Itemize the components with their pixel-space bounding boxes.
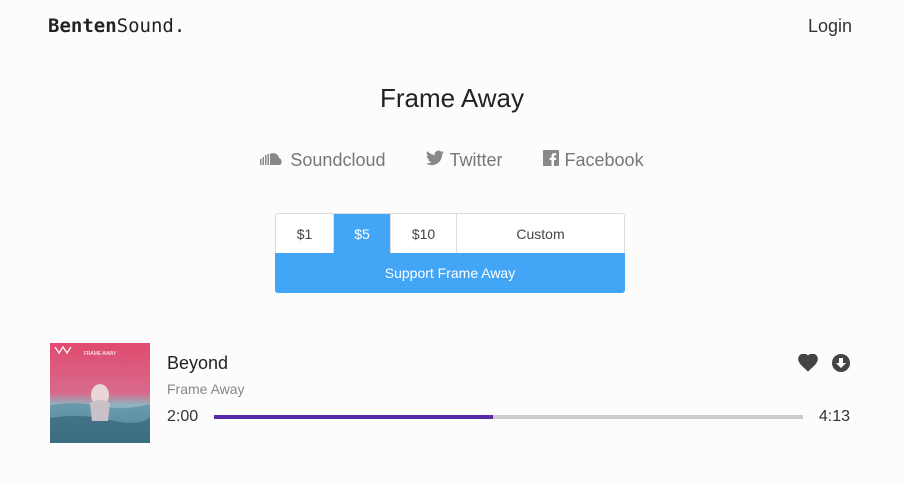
- brand-logo-bold: Benten: [48, 15, 117, 37]
- facebook-link[interactable]: Facebook: [542, 150, 644, 171]
- track-title[interactable]: Beyond: [167, 353, 228, 374]
- artist-name: Frame Away: [379, 83, 524, 113]
- amount-custom-button[interactable]: Custom: [457, 214, 624, 253]
- login-link[interactable]: Login: [808, 16, 852, 37]
- track-artist[interactable]: Frame Away: [167, 381, 245, 397]
- track-actions: [798, 354, 850, 372]
- duration: 4:13: [818, 408, 850, 425]
- donate-widget: $1 $5 $10 Custom Support Frame Away: [275, 213, 625, 293]
- cover-text: FRAME AWAY: [84, 351, 117, 357]
- twitter-label: Twitter: [449, 150, 503, 170]
- social-links: Soundcloud Twitter Facebook: [0, 150, 904, 171]
- current-time: 2:00: [167, 408, 199, 425]
- download-icon[interactable]: [832, 354, 850, 372]
- brand-logo[interactable]: BentenSound.: [48, 15, 185, 37]
- amount-1-button[interactable]: $1: [276, 214, 334, 253]
- track-row: FRAME AWAY Beyond Frame Away 2:00 4:13: [50, 343, 850, 443]
- soundcloud-link[interactable]: Soundcloud: [260, 150, 386, 171]
- facebook-label: Facebook: [564, 150, 644, 170]
- soundcloud-label: Soundcloud: [290, 150, 386, 170]
- album-cover[interactable]: FRAME AWAY: [50, 343, 150, 443]
- soundcloud-icon: [260, 150, 284, 171]
- amount-5-button[interactable]: $5: [334, 214, 391, 253]
- twitter-icon: [425, 150, 444, 171]
- twitter-link[interactable]: Twitter: [425, 150, 503, 171]
- progress-fill: [214, 415, 494, 419]
- facebook-icon: [542, 150, 559, 171]
- brand-logo-rest: Sound.: [116, 15, 186, 37]
- progress-bar[interactable]: [214, 415, 803, 419]
- heart-icon[interactable]: [798, 354, 818, 372]
- amount-selector: $1 $5 $10 Custom: [275, 213, 625, 253]
- amount-10-button[interactable]: $10: [391, 214, 457, 253]
- support-button[interactable]: Support Frame Away: [275, 253, 625, 293]
